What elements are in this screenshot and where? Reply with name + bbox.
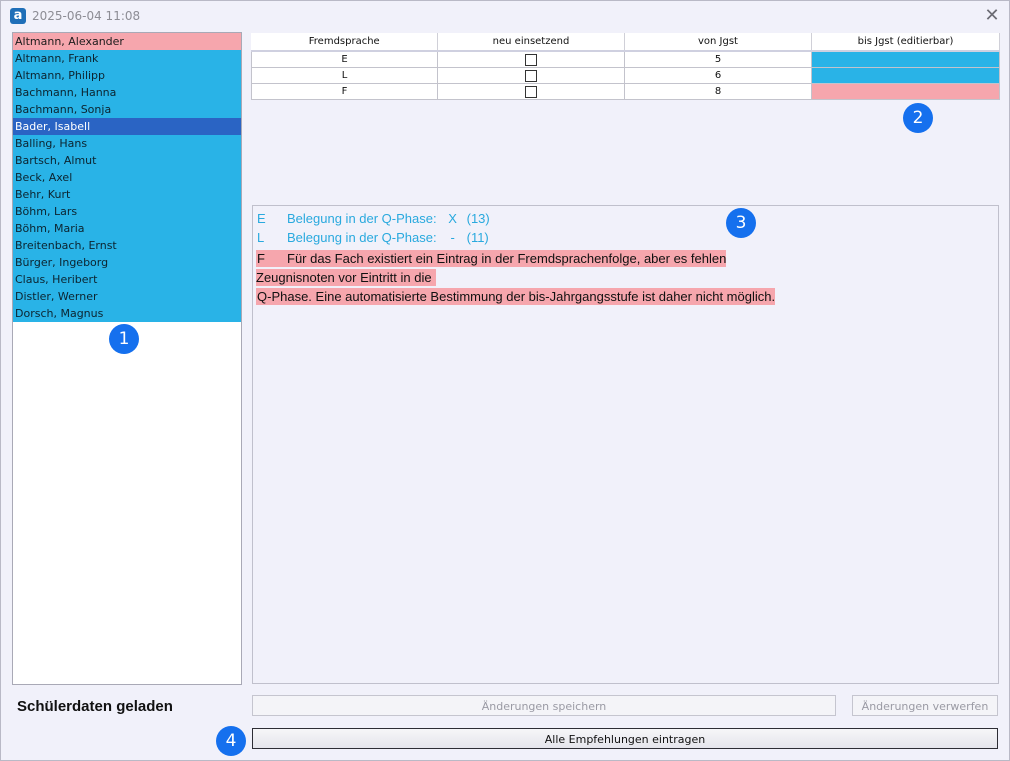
- student-list-item[interactable]: Bartsch, Almut: [13, 152, 241, 169]
- grid-row: E5: [251, 50, 1000, 68]
- warning-code: F: [257, 251, 265, 266]
- column-header-von-jgst: von Jgst: [624, 33, 812, 52]
- info-value: (13): [466, 211, 490, 226]
- info-text: Belegung in der Q-Phase:: [287, 211, 437, 226]
- status-label: Schülerdaten geladen: [17, 698, 173, 715]
- cell-von-jgst: 8: [624, 83, 812, 100]
- info-code: E: [257, 211, 266, 226]
- cell-bis-jgst-editable[interactable]: [811, 67, 1000, 84]
- cell-fremdsprache: L: [251, 67, 438, 84]
- student-list-item[interactable]: Bachmann, Hanna: [13, 84, 241, 101]
- callout-badge-2: 2: [903, 103, 933, 133]
- column-header-bis-jgst: bis Jgst (editierbar): [811, 33, 1000, 52]
- column-header-neu-einsetzend: neu einsetzend: [437, 33, 625, 52]
- save-changes-button[interactable]: Änderungen speichern: [252, 695, 836, 716]
- column-header-fremdsprache: Fremdsprache: [251, 33, 438, 52]
- student-list-item[interactable]: Altmann, Alexander: [13, 33, 241, 50]
- info-message: L Belegung in der Q-Phase: - (11): [257, 230, 489, 245]
- student-list-item[interactable]: Bader, Isabell: [13, 118, 241, 135]
- cell-von-jgst: 5: [624, 50, 812, 68]
- info-flag: X: [448, 211, 457, 226]
- callout-badge-1: 1: [109, 324, 139, 354]
- cell-fremdsprache: E: [251, 50, 438, 68]
- student-list-item[interactable]: Böhm, Lars: [13, 203, 241, 220]
- grid-row: L6: [251, 67, 1000, 84]
- student-list-item[interactable]: Behr, Kurt: [13, 186, 241, 203]
- student-list-item[interactable]: Breitenbach, Ernst: [13, 237, 241, 254]
- student-list-item[interactable]: Balling, Hans: [13, 135, 241, 152]
- student-list-item[interactable]: Bachmann, Sonja: [13, 101, 241, 118]
- window-title: 2025-06-04 11:08: [32, 9, 141, 23]
- cell-bis-jgst-editable[interactable]: [811, 50, 1000, 68]
- grid-header-row: Fremdsprache neu einsetzend von Jgst bis…: [251, 33, 1000, 52]
- warning-message: F Für das Fach existiert ein Eintrag in d…: [256, 249, 776, 306]
- cell-von-jgst: 6: [624, 67, 812, 84]
- student-list-item[interactable]: Distler, Werner: [13, 288, 241, 305]
- callout-badge-3: 3: [726, 208, 756, 238]
- student-list-item[interactable]: Altmann, Philipp: [13, 67, 241, 84]
- cell-neu-einsetzend: [437, 67, 625, 84]
- neu-einsetzend-checkbox[interactable]: [525, 69, 537, 82]
- info-message: E Belegung in der Q-Phase: X (13): [257, 211, 490, 226]
- warning-text-line2: Q-Phase. Eine automatisierte Bestimmung …: [256, 288, 776, 305]
- close-icon[interactable]: ✕: [981, 5, 1003, 27]
- warning-text-line1: Für das Fach existiert ein Eintrag in de…: [256, 251, 727, 285]
- cell-bis-jgst-editable[interactable]: [811, 83, 1000, 100]
- grid-row: F8: [251, 83, 1000, 100]
- message-panel: E Belegung in der Q-Phase: X (13) L Belegung…: [252, 205, 999, 684]
- info-code: L: [257, 230, 265, 245]
- dialog-window: a 2025-06-04 11:08 ✕ Altmann, Alexander A…: [0, 0, 1010, 761]
- cell-fremdsprache: F: [251, 83, 438, 100]
- callout-badge-4: 4: [216, 726, 246, 756]
- cell-neu-einsetzend: [437, 83, 625, 100]
- apply-all-recommendations-button[interactable]: Alle Empfehlungen eintragen: [252, 728, 998, 749]
- info-text: Belegung in der Q-Phase:: [287, 230, 437, 245]
- app-logo-icon: a: [10, 8, 26, 24]
- cell-neu-einsetzend: [437, 50, 625, 68]
- neu-einsetzend-checkbox[interactable]: [525, 53, 537, 66]
- student-list-item[interactable]: Böhm, Maria: [13, 220, 241, 237]
- discard-changes-button[interactable]: Änderungen verwerfen: [852, 695, 998, 716]
- language-grid: Fremdsprache neu einsetzend von Jgst bis…: [251, 33, 1000, 100]
- info-value: (11): [466, 230, 489, 245]
- student-list-item[interactable]: Beck, Axel: [13, 169, 241, 186]
- student-list-item[interactable]: Bürger, Ingeborg: [13, 254, 241, 271]
- student-list[interactable]: Altmann, Alexander Altmann, Frank Altmann,…: [12, 32, 242, 685]
- title-bar: a 2025-06-04 11:08 ✕: [1, 1, 1009, 31]
- student-list-item[interactable]: Claus, Heribert: [13, 271, 241, 288]
- student-list-item[interactable]: Dorsch, Magnus: [13, 305, 241, 322]
- student-list-item[interactable]: Altmann, Frank: [13, 50, 241, 67]
- neu-einsetzend-checkbox[interactable]: [525, 85, 537, 98]
- info-flag: -: [450, 230, 455, 245]
